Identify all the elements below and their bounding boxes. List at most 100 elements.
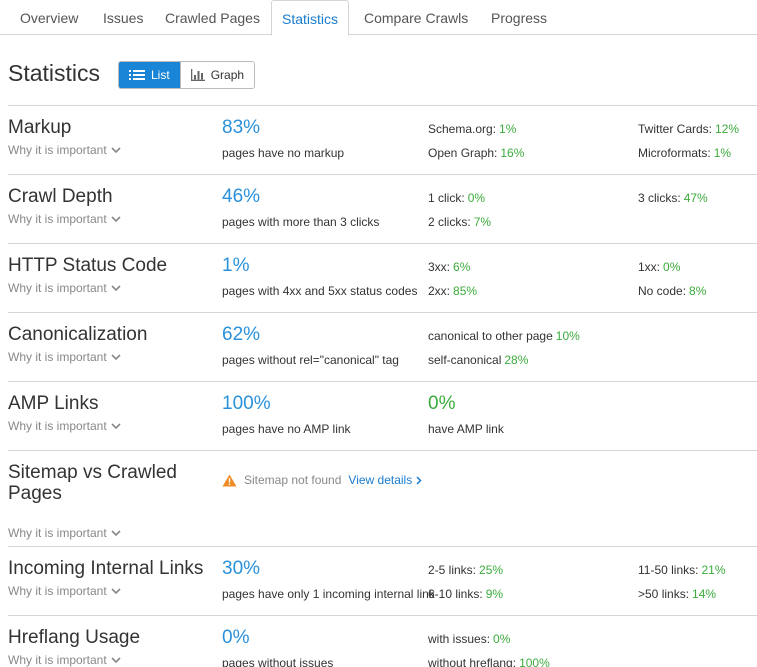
stat-2-5-links: 2-5 links: 25% (428, 563, 503, 577)
stat-value: 9% (485, 587, 504, 601)
stat-label: without hreflang: (428, 656, 517, 667)
stat-value: 85% (453, 284, 478, 298)
tab-statistics[interactable]: Statistics (271, 0, 350, 36)
main-value: 83% (222, 117, 261, 138)
main-description: pages with 4xx and 5xx status codes (222, 284, 418, 298)
stat-label: 2xx: (428, 284, 451, 298)
chevron-down-icon (111, 215, 121, 222)
view-toggle: List Graph (118, 61, 256, 89)
why-important-toggle[interactable]: Why it is important (8, 212, 121, 226)
stat-value: 10% (555, 329, 580, 343)
main-description: pages with more than 3 clicks (222, 215, 380, 229)
chevron-down-icon (111, 353, 121, 360)
row-title: Sitemap vs Crawled Pages (8, 462, 177, 504)
stat-schema-org: Schema.org: 1% (428, 122, 516, 136)
why-important-toggle[interactable]: Why it is important (8, 143, 121, 157)
bar-chart-icon (190, 69, 205, 81)
stat-value: 12% (715, 122, 740, 136)
secondary-description: have AMP link (428, 422, 504, 436)
main-description: pages have no AMP link (222, 422, 351, 436)
stat-value: 100% (519, 656, 550, 667)
why-important-label: Why it is important (8, 212, 107, 226)
stat-row-sitemap: Sitemap vs Crawled Pages Why it is impor… (8, 450, 757, 546)
main-description: pages have only 1 incoming internal link (222, 587, 435, 601)
main-value: 0% (222, 627, 250, 648)
stat-open-graph: Open Graph: 16% (428, 146, 524, 160)
why-important-toggle[interactable]: Why it is important (8, 419, 121, 433)
stat-over-50-links: >50 links: 14% (638, 587, 716, 601)
stat-value: 47% (683, 191, 708, 205)
tab-compare-crawls[interactable]: Compare Crawls (354, 0, 478, 35)
main-description: pages have no markup (222, 146, 345, 160)
stat-label: Schema.org: (428, 122, 497, 136)
graph-view-button[interactable]: Graph (179, 62, 255, 88)
why-important-toggle[interactable]: Why it is important (8, 584, 121, 598)
why-important-toggle[interactable]: Why it is important (8, 281, 121, 295)
why-important-toggle[interactable]: Why it is important (8, 526, 121, 540)
stat-with-issues: with issues: 0% (428, 632, 510, 646)
why-important-toggle[interactable]: Why it is important (8, 653, 121, 667)
stat-label: 2-5 links: (428, 563, 477, 577)
chevron-down-icon (111, 656, 121, 663)
stat-value: 6% (453, 260, 471, 274)
why-important-toggle[interactable]: Why it is important (8, 350, 121, 364)
main-description: pages without rel="canonical" tag (222, 353, 399, 367)
stat-label: canonical to other page (428, 329, 553, 343)
row-title: Canonicalization (8, 324, 148, 345)
warning-icon (222, 474, 237, 486)
view-details-label: View details (348, 473, 413, 487)
stat-value: 1% (713, 146, 732, 160)
stat-label: 2 clicks: (428, 215, 471, 229)
stat-value: 16% (500, 146, 525, 160)
stat-2-clicks: 2 clicks: 7% (428, 215, 491, 229)
stat-3xx: 3xx: 6% (428, 260, 470, 274)
why-important-label: Why it is important (8, 419, 107, 433)
tab-issues[interactable]: Issues (93, 0, 153, 35)
stat-row-hreflang-usage: Hreflang Usage Why it is important 0% pa… (8, 615, 757, 667)
stat-value: 7% (473, 215, 492, 229)
stat-value: 8% (689, 284, 707, 298)
stat-value: 0% (663, 260, 681, 274)
list-view-label: List (151, 68, 170, 82)
sitemap-warning: Sitemap not found View details (222, 473, 422, 487)
stat-label: 1xx: (638, 260, 661, 274)
row-title: Hreflang Usage (8, 627, 141, 648)
chevron-right-icon (416, 475, 422, 485)
view-details-link[interactable]: View details (348, 473, 422, 487)
tab-overview[interactable]: Overview (10, 0, 88, 35)
why-important-label: Why it is important (8, 526, 107, 540)
stat-row-http-status-code: HTTP Status Code Why it is important 1% … (8, 243, 757, 312)
main-value: 62% (222, 324, 261, 345)
stat-value: 0% (493, 632, 511, 646)
chevron-down-icon (111, 422, 121, 429)
list-view-button[interactable]: List (119, 62, 180, 88)
stat-value: 25% (479, 563, 504, 577)
stat-value: 14% (692, 587, 717, 601)
stat-11-50-links: 11-50 links: 21% (638, 563, 726, 577)
stat-6-10-links: 6-10 links: 9% (428, 587, 503, 601)
list-icon (129, 70, 145, 80)
stat-value: 28% (504, 353, 529, 367)
why-important-label: Why it is important (8, 143, 107, 157)
stat-self-canonical: self-canonical 28% (428, 353, 528, 367)
stat-label: self-canonical (428, 353, 502, 367)
why-important-label: Why it is important (8, 350, 107, 364)
row-title: Markup (8, 117, 72, 138)
main-value: 100% (222, 393, 271, 414)
stat-twitter-cards: Twitter Cards: 12% (638, 122, 739, 136)
stat-value: 21% (701, 563, 726, 577)
page-title: Statistics (8, 60, 101, 86)
stat-row-crawl-depth: Crawl Depth Why it is important 46% page… (8, 174, 757, 243)
main-value: 1% (222, 255, 250, 276)
statistics-list: Markup Why it is important 83% pages hav… (8, 105, 757, 667)
chevron-down-icon (111, 529, 121, 536)
stat-no-code: No code: 8% (638, 284, 706, 298)
stat-1-click: 1 click: 0% (428, 191, 485, 205)
stat-3-clicks: 3 clicks: 47% (638, 191, 708, 205)
stat-1xx: 1xx: 0% (638, 260, 680, 274)
tab-progress[interactable]: Progress (481, 0, 557, 35)
tab-crawled-pages[interactable]: Crawled Pages (155, 0, 270, 35)
tab-bar: Overview Issues Crawled Pages Statistics… (0, 0, 757, 36)
stat-label: Microformats: (638, 146, 711, 160)
stat-label: >50 links: (638, 587, 690, 601)
